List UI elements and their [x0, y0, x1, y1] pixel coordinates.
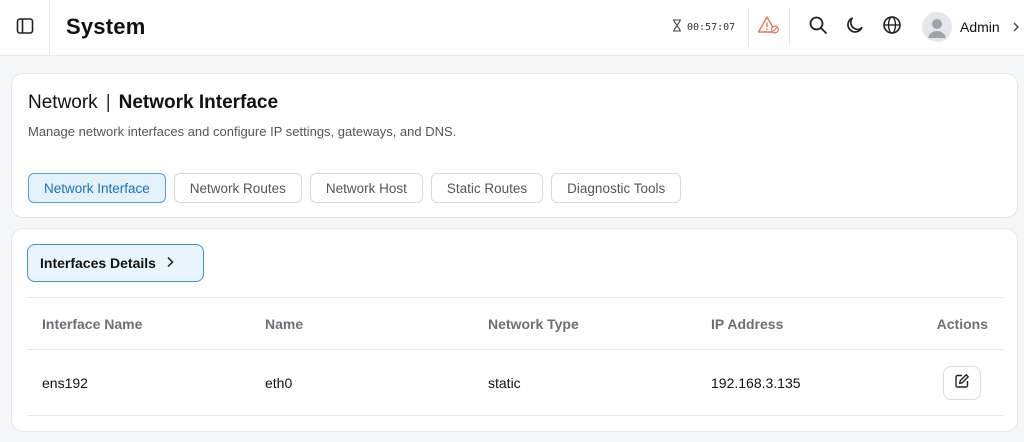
- header-divider: [789, 8, 790, 46]
- header-divider: [748, 8, 749, 46]
- timer-value: 00:57:07: [687, 21, 736, 33]
- chevron-right-icon: [1012, 19, 1020, 35]
- theme-toggle-button[interactable]: [843, 15, 867, 39]
- warning-triangle-icon: [757, 15, 781, 40]
- column-header: Network Type: [488, 315, 579, 332]
- table-row: ens192 eth0 static 192.168.3.135: [27, 350, 1003, 416]
- column-header: Name: [265, 315, 304, 332]
- interfaces-details-label: Interfaces Details: [40, 255, 156, 271]
- search-button[interactable]: [806, 15, 830, 39]
- interface-name-cell: ens192: [42, 374, 88, 391]
- table-header-row: Interface Name Name Network Type IP Addr…: [27, 298, 1003, 350]
- hourglass-icon: [672, 19, 682, 35]
- tab-network-routes[interactable]: Network Routes: [173, 173, 302, 203]
- interfaces-table: Interface Name Name Network Type IP Addr…: [27, 297, 1003, 416]
- search-icon: [808, 15, 828, 40]
- user-menu[interactable]: Admin: [922, 12, 1020, 42]
- edit-icon: [954, 373, 970, 392]
- page-subtitle: Manage network interfaces and configure …: [28, 124, 457, 139]
- ip-address-cell: 192.168.3.135: [711, 374, 801, 391]
- tab-network-interface[interactable]: Network Interface: [28, 173, 166, 203]
- breadcrumb-current: Network Interface: [118, 92, 279, 113]
- tab-diagnostic-tools[interactable]: Diagnostic Tools: [551, 173, 682, 203]
- column-header: IP Address: [711, 315, 784, 332]
- app-title: System: [66, 14, 146, 39]
- top-bar: System 00:57:07 Admin: [0, 0, 1024, 56]
- sidebar-panel-icon: [16, 17, 34, 40]
- tab-network-host[interactable]: Network Host: [309, 173, 423, 203]
- tab-static-routes[interactable]: Static Routes: [430, 173, 544, 203]
- chevron-right-icon: [166, 255, 174, 271]
- language-button[interactable]: [880, 15, 904, 39]
- column-header: Interface Name: [42, 315, 143, 332]
- sidebar-toggle-button[interactable]: [0, 0, 50, 56]
- column-header: Actions: [936, 315, 988, 332]
- tab-bar: Network Interface Network Routes Network…: [28, 173, 682, 203]
- moon-icon: [845, 15, 865, 40]
- breadcrumb: Network | Network Interface: [28, 92, 278, 114]
- actions-cell: [919, 365, 1003, 400]
- name-cell: eth0: [265, 374, 293, 391]
- page-header-card: Network | Network Interface Manage netwo…: [11, 73, 1018, 218]
- alert-button[interactable]: [756, 15, 782, 39]
- interfaces-details-button[interactable]: Interfaces Details: [27, 244, 204, 282]
- breadcrumb-separator: |: [105, 92, 111, 113]
- network-type-cell: static: [488, 374, 521, 391]
- avatar: [922, 12, 952, 42]
- edit-button[interactable]: [943, 365, 981, 400]
- globe-icon: [882, 15, 902, 40]
- user-name: Admin: [960, 19, 1000, 35]
- breadcrumb-parent[interactable]: Network: [28, 92, 98, 114]
- session-timer: 00:57:07: [672, 19, 735, 35]
- interfaces-card: Interfaces Details Interface Name Name N…: [11, 228, 1018, 432]
